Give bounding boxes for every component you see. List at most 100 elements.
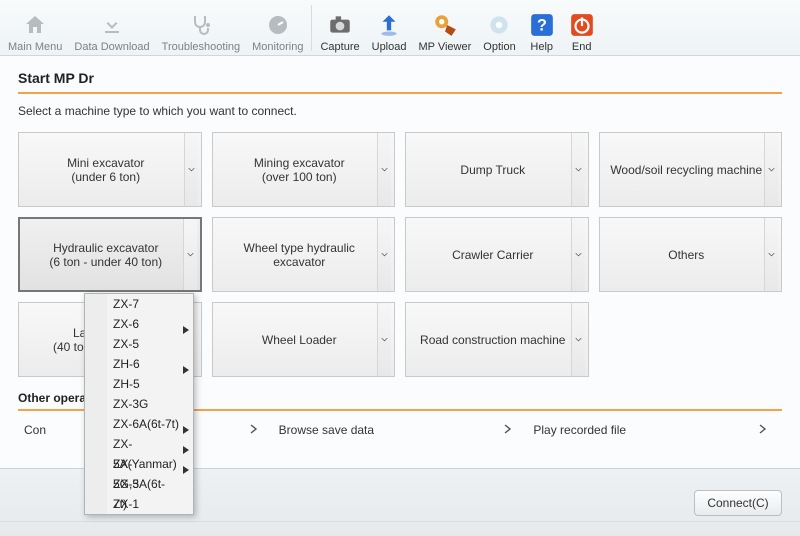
toolbar-end[interactable]: End	[562, 1, 602, 55]
toolbar-help[interactable]: ? Help	[522, 1, 562, 55]
chevron-down-icon[interactable]	[764, 218, 778, 291]
camera-icon	[326, 11, 354, 39]
machine-tile-mining-excavator[interactable]: Mining excavator (over 100 ton)	[212, 132, 396, 207]
toolbar-label: Upload	[372, 41, 407, 53]
tile-line1: Wheel type hydraulic excavator	[223, 241, 377, 269]
machine-tile-hydraulic-excavator[interactable]: Hydraulic excavator (6 ton - under 40 to…	[18, 217, 202, 292]
connect-button[interactable]: Connect(C)	[694, 490, 782, 516]
tile-line1: Lar	[29, 326, 90, 340]
tile-line1: Mini excavator	[67, 156, 144, 170]
toolbar-label: Option	[483, 41, 515, 53]
toolbar-mp-viewer[interactable]: MP Viewer	[412, 1, 477, 55]
machine-tile-wood-soil-recycling[interactable]: Wood/soil recycling machine	[599, 132, 783, 207]
stethoscope-icon	[187, 11, 215, 39]
chevron-down-icon[interactable]	[377, 303, 391, 376]
dropdown-item-zx6a[interactable]: ZX-6A(6t-7t)	[107, 414, 193, 434]
dropdown-item-zh5[interactable]: ZH-5	[107, 374, 193, 394]
other-op-label: Con	[24, 423, 46, 437]
tile-line2: (under 6 ton)	[71, 170, 140, 184]
power-icon	[568, 11, 596, 39]
tile-line1: Mining excavator	[254, 156, 345, 170]
dropdown-item-label: ZH-5	[113, 377, 140, 391]
machine-tile-mini-excavator[interactable]: Mini excavator (under 6 ton)	[18, 132, 202, 207]
dropdown-item-zx5g5a[interactable]: ZX-5G,5A(6t-7t)	[107, 454, 193, 474]
dropdown-item-label: ZX-1	[113, 497, 139, 511]
machine-type-dropdown[interactable]: ZX-7 ZX-6 ZX-5 ZH-6 ZH-5 ZX-3G ZX-6A(6t-…	[84, 293, 194, 515]
dropdown-item-label: ZX-7	[113, 297, 139, 311]
tile-line1: Wheel Loader	[262, 333, 337, 347]
toolbar-capture[interactable]: Capture	[314, 1, 365, 55]
tile-line2: (40 ton	[29, 340, 90, 354]
dropdown-item-zx5[interactable]: ZX-5	[107, 334, 193, 354]
title-rule	[18, 92, 782, 94]
instruction-text: Select a machine type to which you want …	[18, 104, 782, 118]
home-icon	[21, 11, 49, 39]
dropdown-item-zx7[interactable]: ZX-7	[107, 294, 193, 314]
dropdown-item-zh6[interactable]: ZH-6	[107, 354, 193, 374]
tile-line1: Dump Truck	[460, 163, 525, 177]
dropdown-item-label: ZX-6	[113, 317, 139, 331]
toolbar-data-download[interactable]: Data Download	[68, 1, 155, 55]
upload-icon	[375, 11, 403, 39]
chevron-down-icon[interactable]	[571, 218, 585, 291]
help-icon: ?	[528, 11, 556, 39]
dropdown-item-zx3[interactable]: ZX-3	[107, 474, 193, 494]
connect-button-label: Connect(C)	[707, 496, 768, 510]
machine-tile-wheel-loader[interactable]: Wheel Loader	[212, 302, 396, 377]
arrow-right-icon	[249, 423, 259, 437]
machine-tile-dump-truck[interactable]: Dump Truck	[405, 132, 589, 207]
chevron-down-icon[interactable]	[184, 133, 198, 206]
machine-tile-crawler-carrier[interactable]: Crawler Carrier	[405, 217, 589, 292]
other-op-item-2[interactable]: Browse save data	[273, 423, 528, 437]
toolbar-label: Troubleshooting	[162, 41, 240, 53]
dropdown-item-label: ZX-3	[113, 477, 139, 491]
dropdown-item-zx1[interactable]: ZX-1	[107, 494, 193, 514]
other-op-label: Play recorded file	[533, 423, 626, 437]
toolbar-option[interactable]: Option	[477, 1, 521, 55]
toolbar-label: Monitoring	[252, 41, 303, 53]
toolbar-upload[interactable]: Upload	[366, 1, 413, 55]
tile-line2: (6 ton - under 40 ton)	[49, 255, 162, 269]
dropdown-item-label: ZH-6	[113, 357, 140, 371]
toolbar-label: End	[572, 41, 592, 53]
dropdown-item-label: ZX-5	[113, 337, 139, 351]
toolbar-monitoring[interactable]: Monitoring	[246, 1, 309, 55]
toolbar-separator	[311, 5, 312, 51]
toolbar: Main Menu Data Download Troubleshooting …	[0, 0, 800, 56]
gear-shield-icon	[431, 11, 459, 39]
toolbar-label: Capture	[320, 41, 359, 53]
other-op-item-3[interactable]: Play recorded file	[527, 423, 782, 437]
dropdown-item-zx5a-yanmar[interactable]: ZX-5A(Yanmar)	[107, 434, 193, 454]
toolbar-label: Data Download	[74, 41, 149, 53]
chevron-down-icon[interactable]	[571, 133, 585, 206]
dropdown-item-zx6[interactable]: ZX-6	[107, 314, 193, 334]
dropdown-item-zx3g[interactable]: ZX-3G	[107, 394, 193, 414]
tile-line1: Road construction machine	[420, 333, 565, 347]
chevron-down-icon[interactable]	[183, 219, 197, 290]
chevron-down-icon[interactable]	[377, 218, 391, 291]
chevron-down-icon[interactable]	[571, 303, 585, 376]
machine-tile-wheel-hydraulic-excavator[interactable]: Wheel type hydraulic excavator	[212, 217, 396, 292]
svg-text:?: ?	[537, 16, 547, 34]
machine-tile-road-construction[interactable]: Road construction machine	[405, 302, 589, 377]
arrow-right-icon	[503, 423, 513, 437]
other-op-label: Browse save data	[279, 423, 374, 437]
toolbar-main-menu[interactable]: Main Menu	[2, 1, 68, 55]
footer-rule	[0, 521, 800, 522]
toolbar-label: Help	[530, 41, 553, 53]
dropdown-item-label: ZX-3G	[113, 397, 148, 411]
toolbar-troubleshooting[interactable]: Troubleshooting	[156, 1, 246, 55]
tile-line1: Others	[668, 248, 704, 262]
machine-tile-others[interactable]: Others	[599, 217, 783, 292]
arrow-right-icon	[758, 423, 768, 437]
chevron-down-icon[interactable]	[764, 133, 778, 206]
chevron-down-icon[interactable]	[377, 133, 391, 206]
tile-line1: Wood/soil recycling machine	[610, 163, 762, 177]
tile-line1: Crawler Carrier	[452, 248, 533, 262]
toolbar-label: Main Menu	[8, 41, 62, 53]
page-title: Start MP Dr	[18, 70, 782, 92]
tile-line2: (over 100 ton)	[262, 170, 337, 184]
gear-light-icon	[485, 11, 513, 39]
dropdown-item-label: ZX-6A(6t-7t)	[113, 417, 179, 431]
gauge-icon	[264, 11, 292, 39]
